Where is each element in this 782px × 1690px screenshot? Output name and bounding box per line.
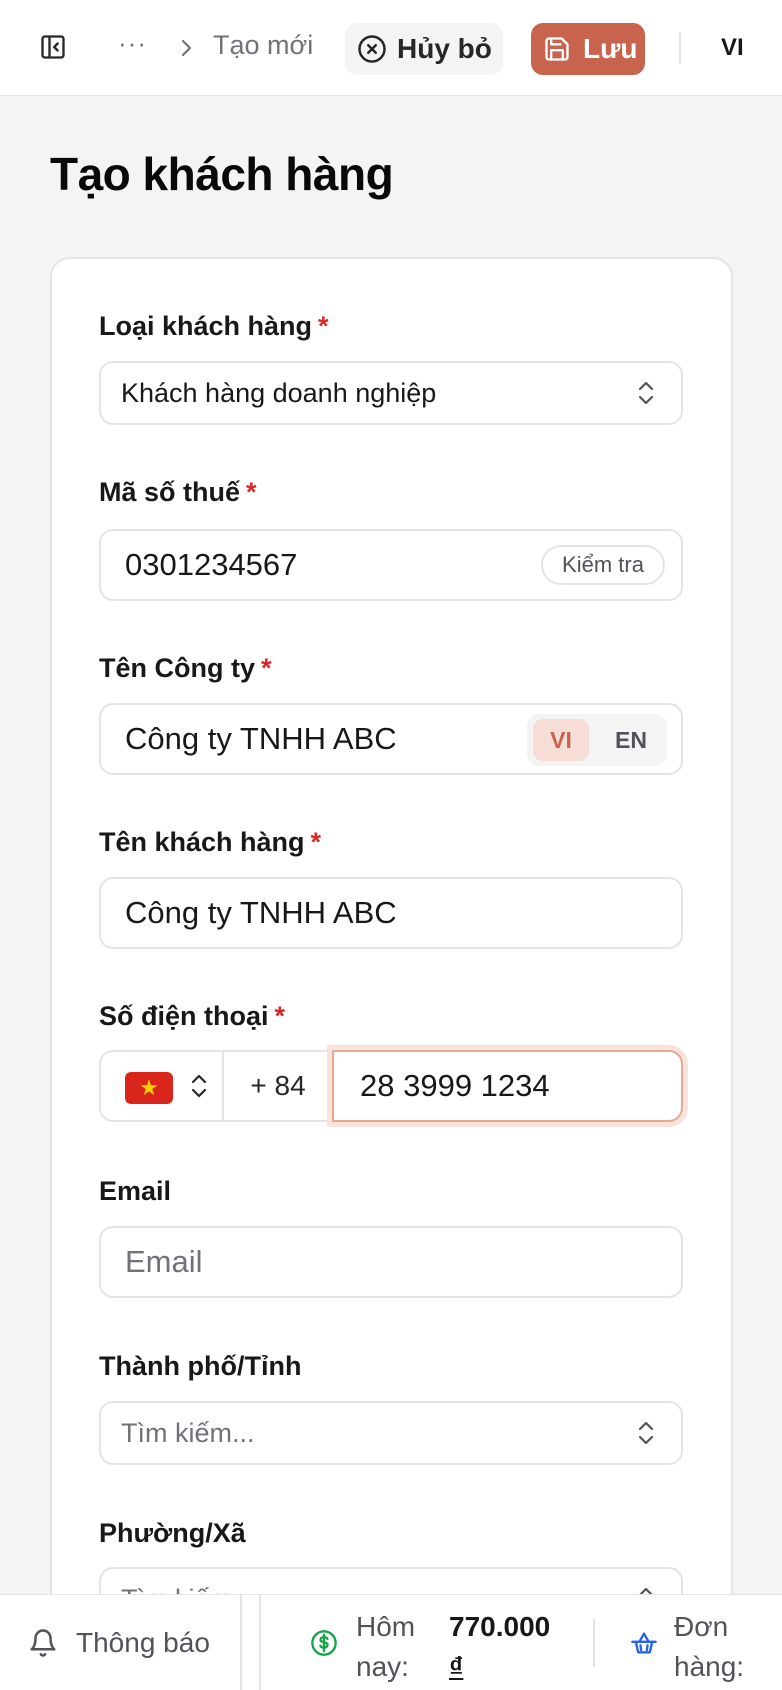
company-name-language-toggle: VI EN [527, 714, 667, 766]
sidebar-toggle-icon[interactable] [36, 30, 70, 64]
notifications-label: Thông báo [76, 1627, 210, 1658]
cancel-button[interactable]: Hủy bỏ [345, 23, 503, 75]
phone-number-input[interactable]: 28 3999 1234 [332, 1050, 683, 1122]
company-name-input[interactable]: Công ty TNHH ABC VI EN [99, 703, 683, 775]
email-placeholder: Email [125, 1244, 203, 1279]
cancel-button-label: Hủy bỏ [397, 33, 492, 64]
required-marker: * [310, 827, 322, 857]
notifications-button[interactable]: Thông báo [0, 1595, 242, 1690]
check-tax-code-button[interactable]: Kiểm tra [541, 545, 665, 585]
top-bar: ··· Tạo mới Hủy bỏ Lưu VI [0, 0, 782, 96]
phone-label: Số điện thoại * [99, 1001, 286, 1031]
customer-type-value: Khách hàng doanh nghiệp [121, 377, 437, 408]
lang-en-tab[interactable]: EN [603, 719, 659, 761]
city-select[interactable]: Tìm kiếm... [99, 1401, 683, 1465]
save-button[interactable]: Lưu [531, 23, 645, 75]
save-icon [543, 35, 571, 63]
required-marker: * [246, 477, 257, 507]
currency-symbol: ₫ [449, 1651, 464, 1682]
form-card [50, 257, 733, 1690]
required-marker: * [318, 311, 329, 341]
customer-type-select[interactable]: Khách hàng doanh nghiệp [99, 361, 683, 425]
email-label: Email [99, 1176, 172, 1206]
required-marker: * [274, 1001, 286, 1031]
language-switcher[interactable]: VI [721, 34, 744, 62]
today-revenue-label: Hôm nay: [356, 1611, 416, 1682]
phone-number-value: 28 3999 1234 [360, 1068, 550, 1103]
required-marker: * [261, 653, 272, 683]
customer-name-label: Tên khách hàng * [99, 827, 322, 857]
divider [259, 1595, 261, 1690]
company-name-value: Công ty TNHH ABC [125, 721, 397, 756]
divider [593, 1619, 595, 1667]
page-title: Tạo khách hàng [50, 148, 394, 200]
tax-code-input[interactable]: 0301234567 Kiểm tra [99, 529, 683, 601]
email-input[interactable]: Email [99, 1226, 683, 1298]
vietnam-flag-icon: ★ [125, 1072, 173, 1104]
bell-icon [28, 1627, 58, 1659]
lang-vi-tab[interactable]: VI [533, 719, 589, 761]
customer-name-input[interactable]: Công ty TNHH ABC [99, 877, 683, 949]
money-circle-icon [310, 1629, 338, 1657]
company-name-label: Tên Công ty * [99, 653, 272, 683]
customer-name-value: Công ty TNHH ABC [125, 895, 397, 930]
today-revenue-value: 770.000 ₫ [449, 1611, 551, 1682]
chevrons-up-down-icon [188, 1071, 210, 1101]
tax-code-label: Mã số thuế * [99, 477, 257, 507]
chevron-right-icon [176, 34, 198, 62]
customer-type-label: Loại khách hàng * [99, 311, 329, 341]
phone-country-select[interactable]: ★ [99, 1050, 224, 1122]
phone-dial-code: + 84 [222, 1050, 334, 1122]
divider [679, 32, 681, 64]
basket-icon [630, 1629, 658, 1657]
save-button-label: Lưu [583, 33, 638, 64]
chevrons-up-down-icon [635, 1418, 657, 1448]
breadcrumb-more-button[interactable]: ··· [118, 28, 147, 59]
bottom-status-bar: Thông báo Hôm nay: 770.000 ₫ Đơn hàng: [0, 1594, 782, 1690]
orders-label[interactable]: Đơn hàng: [674, 1607, 782, 1687]
breadcrumb-current: Tạo mới [213, 30, 314, 60]
city-placeholder: Tìm kiếm... [121, 1417, 255, 1448]
chevrons-up-down-icon [635, 378, 657, 408]
ward-label: Phường/Xã [99, 1518, 246, 1548]
tax-code-value: 0301234567 [125, 547, 298, 582]
close-circle-icon [357, 34, 387, 64]
city-label: Thành phố/Tỉnh [99, 1351, 302, 1381]
